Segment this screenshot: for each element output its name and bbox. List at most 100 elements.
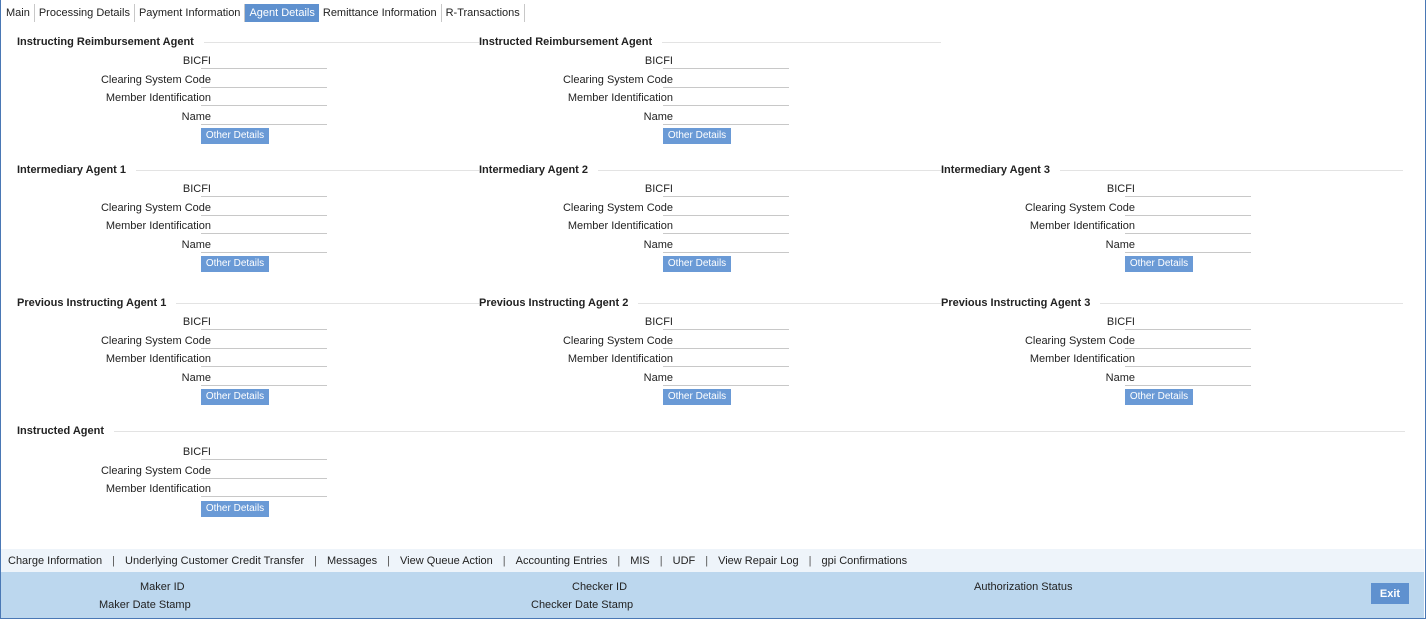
other-details-button[interactable]: Other Details <box>201 501 269 517</box>
clearing-system-code-input[interactable] <box>663 73 789 88</box>
section-divider <box>203 41 479 43</box>
section-intermediary-agent-2: Intermediary Agent 2 BICFI Clearing Syst… <box>479 163 941 272</box>
link-separator: | <box>659 554 663 567</box>
name-input[interactable] <box>1125 371 1251 386</box>
link-separator: | <box>112 554 116 567</box>
section-divider <box>598 169 941 171</box>
bicfi-input[interactable] <box>1125 315 1251 330</box>
member-identification-input[interactable] <box>1125 219 1251 234</box>
clearing-system-code-input[interactable] <box>663 334 789 349</box>
other-details-button[interactable]: Other Details <box>663 128 731 144</box>
section-title: Previous Instructing Agent 2 <box>479 297 629 309</box>
bicfi-input[interactable] <box>1125 182 1251 197</box>
member-identification-label: Member Identification <box>105 220 211 232</box>
other-details-button[interactable]: Other Details <box>1125 389 1193 405</box>
member-identification-input[interactable] <box>663 352 789 367</box>
tab-main[interactable]: Main <box>2 4 35 22</box>
clearing-system-code-label: Clearing System Code <box>100 202 211 214</box>
clearing-system-code-label: Clearing System Code <box>562 74 673 86</box>
link-charge-information[interactable]: Charge Information <box>8 555 102 567</box>
section-instructed-agent: Instructed Agent BICFI Clearing System C… <box>17 424 1405 517</box>
name-input[interactable] <box>663 110 789 125</box>
exit-button[interactable]: Exit <box>1371 583 1409 604</box>
name-input[interactable] <box>663 371 789 386</box>
sub-screen-link-bar: Charge Information | Underlying Customer… <box>1 549 1424 572</box>
audit-footer <box>1 572 1424 618</box>
other-details-button[interactable]: Other Details <box>201 256 269 272</box>
other-details-button[interactable]: Other Details <box>201 128 269 144</box>
member-identification-label: Member Identification <box>1029 220 1135 232</box>
link-separator: | <box>808 554 812 567</box>
tab-processing-details[interactable]: Processing Details <box>35 4 135 22</box>
section-previous-instructing-agent-2: Previous Instructing Agent 2 BICFI Clear… <box>479 296 941 405</box>
link-view-repair-log[interactable]: View Repair Log <box>718 555 799 567</box>
section-previous-instructing-agent-3: Previous Instructing Agent 3 BICFI Clear… <box>941 296 1403 405</box>
member-identification-label: Member Identification <box>105 353 211 365</box>
name-input[interactable] <box>663 238 789 253</box>
link-underlying-customer-credit-transfer[interactable]: Underlying Customer Credit Transfer <box>125 555 304 567</box>
clearing-system-code-input[interactable] <box>201 464 327 479</box>
clearing-system-code-label: Clearing System Code <box>562 202 673 214</box>
bicfi-input[interactable] <box>201 445 327 460</box>
clearing-system-code-input[interactable] <box>201 334 327 349</box>
maker-id-label: Maker ID <box>140 581 185 593</box>
tab-remittance-information[interactable]: Remittance Information <box>319 4 442 22</box>
section-divider <box>114 430 1405 432</box>
link-accounting-entries[interactable]: Accounting Entries <box>516 555 608 567</box>
section-divider <box>662 41 941 43</box>
bicfi-input[interactable] <box>663 54 789 69</box>
name-input[interactable] <box>201 110 327 125</box>
link-mis[interactable]: MIS <box>630 555 650 567</box>
member-identification-input[interactable] <box>201 219 327 234</box>
tab-agent-details[interactable]: Agent Details <box>245 4 319 22</box>
member-identification-label: Member Identification <box>567 92 673 104</box>
clearing-system-code-label: Clearing System Code <box>100 465 211 477</box>
section-instructed-reimbursement-agent: Instructed Reimbursement Agent BICFI Cle… <box>479 35 941 144</box>
member-identification-input[interactable] <box>663 91 789 106</box>
other-details-button[interactable]: Other Details <box>663 256 731 272</box>
other-details-button[interactable]: Other Details <box>663 389 731 405</box>
clearing-system-code-label: Clearing System Code <box>1024 202 1135 214</box>
bicfi-input[interactable] <box>201 182 327 197</box>
clearing-system-code-input[interactable] <box>1125 334 1251 349</box>
member-identification-input[interactable] <box>663 219 789 234</box>
section-divider <box>1060 169 1403 171</box>
link-messages[interactable]: Messages <box>327 555 377 567</box>
section-title: Previous Instructing Agent 1 <box>17 297 167 309</box>
other-details-button[interactable]: Other Details <box>1125 256 1193 272</box>
member-identification-label: Member Identification <box>1029 353 1135 365</box>
member-identification-input[interactable] <box>201 482 327 497</box>
member-identification-label: Member Identification <box>105 92 211 104</box>
tab-bar: Main Processing Details Payment Informat… <box>2 4 525 22</box>
bicfi-input[interactable] <box>663 315 789 330</box>
bicfi-input[interactable] <box>201 315 327 330</box>
name-input[interactable] <box>1125 238 1251 253</box>
bicfi-input[interactable] <box>663 182 789 197</box>
member-identification-input[interactable] <box>1125 352 1251 367</box>
clearing-system-code-input[interactable] <box>201 73 327 88</box>
section-intermediary-agent-3: Intermediary Agent 3 BICFI Clearing Syst… <box>941 163 1403 272</box>
section-title: Intermediary Agent 3 <box>941 164 1051 176</box>
checker-date-stamp-label: Checker Date Stamp <box>531 599 634 611</box>
section-divider <box>1100 302 1403 304</box>
link-gpi-confirmations[interactable]: gpi Confirmations <box>821 555 907 567</box>
name-input[interactable] <box>201 238 327 253</box>
section-title: Previous Instructing Agent 3 <box>941 297 1091 309</box>
member-identification-label: Member Identification <box>567 353 673 365</box>
tab-r-transactions[interactable]: R-Transactions <box>442 4 525 22</box>
link-udf[interactable]: UDF <box>673 555 696 567</box>
bicfi-input[interactable] <box>201 54 327 69</box>
section-title: Instructing Reimbursement Agent <box>17 36 194 48</box>
clearing-system-code-input[interactable] <box>1125 201 1251 216</box>
other-details-button[interactable]: Other Details <box>201 389 269 405</box>
tab-payment-information[interactable]: Payment Information <box>135 4 246 22</box>
section-divider <box>638 302 941 304</box>
member-identification-input[interactable] <box>201 352 327 367</box>
clearing-system-code-input[interactable] <box>663 201 789 216</box>
name-input[interactable] <box>201 371 327 386</box>
link-view-queue-action[interactable]: View Queue Action <box>400 555 493 567</box>
member-identification-label: Member Identification <box>567 220 673 232</box>
member-identification-input[interactable] <box>201 91 327 106</box>
clearing-system-code-input[interactable] <box>201 201 327 216</box>
authorization-status-label: Authorization Status <box>974 581 1073 593</box>
